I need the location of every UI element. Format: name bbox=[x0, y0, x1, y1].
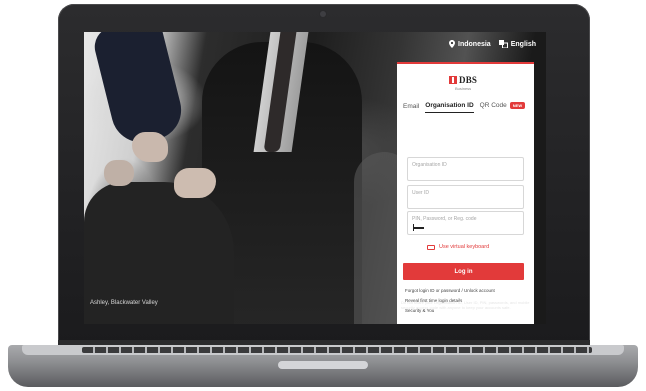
login-button[interactable]: Log in bbox=[403, 263, 524, 280]
user-id-field[interactable] bbox=[407, 185, 524, 209]
brand-name: DBS bbox=[459, 75, 478, 85]
user-id-input[interactable] bbox=[412, 188, 520, 197]
language-label: English bbox=[510, 40, 536, 48]
organisation-id-field[interactable] bbox=[407, 157, 524, 181]
language-icon bbox=[498, 40, 508, 48]
virtual-keyboard-link[interactable]: Use virtual keyboard bbox=[427, 244, 489, 250]
photo-hand bbox=[174, 168, 216, 198]
keyboard-icon bbox=[427, 244, 435, 250]
location-pin-icon bbox=[449, 40, 456, 48]
dbs-logo: DBS Business bbox=[449, 75, 477, 91]
tab-organisation-id[interactable]: Organisation ID bbox=[425, 102, 474, 113]
trackpad-notch bbox=[278, 361, 368, 369]
virtual-keyboard-label: Use virtual keyboard bbox=[439, 244, 490, 250]
logo-row: DBS bbox=[449, 75, 477, 85]
utility-bar: Indonesia English bbox=[449, 40, 536, 48]
login-panel: DBS Business Email Organisation ID QR Co… bbox=[397, 62, 534, 324]
country-label: Indonesia bbox=[458, 40, 491, 48]
new-badge: NEW bbox=[509, 102, 526, 110]
photo-hand bbox=[104, 160, 134, 186]
keyboard-deck bbox=[22, 345, 624, 355]
tab-qr-code[interactable]: QR Code NEW bbox=[479, 102, 526, 112]
dbs-star-icon bbox=[449, 76, 457, 84]
camera-icon bbox=[320, 11, 326, 17]
tab-email[interactable]: Email bbox=[403, 103, 419, 113]
laptop-screen: Ashley, Blackwater Valley Indonesia Engl… bbox=[84, 32, 546, 324]
input-underline bbox=[414, 227, 424, 229]
country-selector[interactable]: Indonesia bbox=[449, 40, 491, 48]
photo-hand bbox=[132, 132, 168, 162]
keyboard-keys bbox=[82, 347, 592, 353]
language-selector[interactable]: English bbox=[498, 40, 536, 48]
pin-field[interactable] bbox=[407, 211, 524, 235]
brand-subtitle: Business bbox=[454, 86, 472, 91]
photo-suit-left bbox=[90, 32, 188, 149]
security-notice: Do not share your Organisation ID, User … bbox=[401, 300, 530, 310]
organisation-id-input[interactable] bbox=[412, 160, 520, 169]
login-tabs: Email Organisation ID QR Code NEW bbox=[403, 102, 526, 113]
photo-caption: Ashley, Blackwater Valley bbox=[90, 300, 158, 306]
forgot-login-link[interactable]: Forgot login ID or password / Unlock acc… bbox=[405, 288, 495, 293]
pin-input[interactable] bbox=[412, 214, 520, 223]
laptop-base bbox=[8, 345, 638, 387]
tab-qr-code-label: QR Code bbox=[479, 102, 507, 110]
